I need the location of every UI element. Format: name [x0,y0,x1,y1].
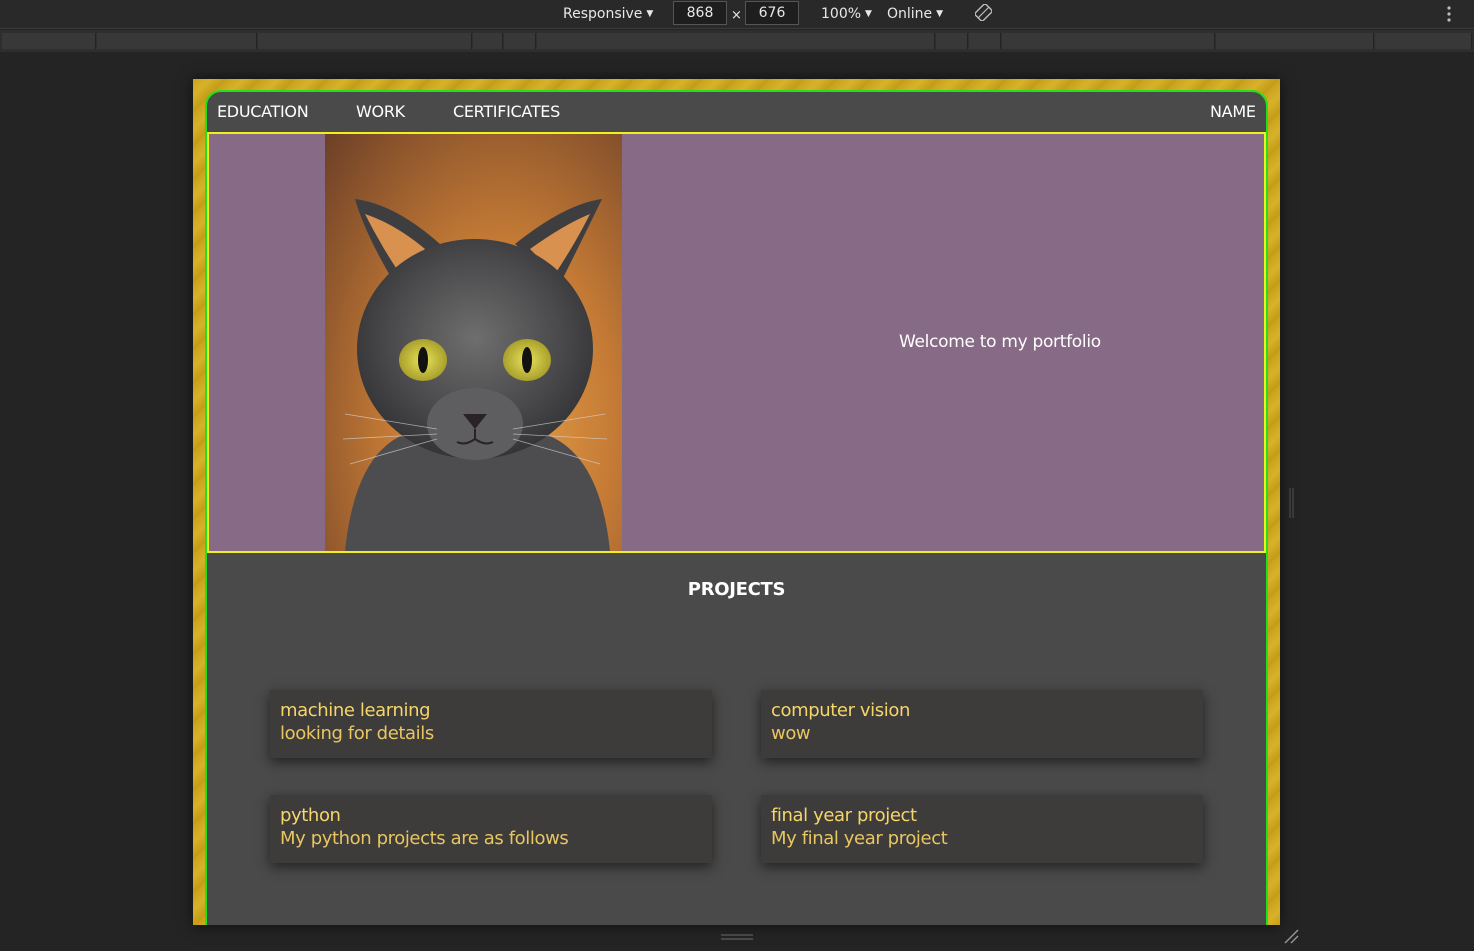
nav-link-education[interactable]: EDUCATION [217,102,309,121]
project-card-desc: My final year project [771,828,948,849]
nav-link-certificates[interactable]: CERTIFICATES [453,102,560,121]
project-card-title: python [280,805,341,826]
hero-section: Welcome to my portfolio [207,132,1266,553]
more-options-icon[interactable] [1442,4,1456,24]
chevron-down-icon: ▼ [865,9,872,19]
project-card-desc: My python projects are as follows [280,828,569,849]
media-query-segment[interactable] [936,33,968,49]
media-query-segment[interactable] [537,33,935,49]
zoom-dropdown[interactable]: 100% ▼ [821,4,872,24]
emulated-viewport: EDUCATION WORK CERTIFICATES NAME Welcome… [193,79,1280,925]
project-card-title: computer vision [771,700,910,721]
zoom-label: 100% [821,6,862,22]
device-mode-dropdown[interactable]: Responsive ▼ [563,4,653,24]
media-query-segment[interactable] [504,33,536,49]
network-label: Online [887,6,933,22]
media-query-segment[interactable] [1216,33,1374,49]
width-input[interactable]: 868 [673,1,727,25]
project-card-machine-learning[interactable]: machine learning looking for details [270,690,712,758]
media-query-segment[interactable] [473,33,503,49]
media-query-segment[interactable] [1375,33,1472,49]
media-query-segment[interactable] [258,33,472,49]
device-toolbar: Responsive ▼ 868 × 676 100% ▼ Online ▼ [0,0,1474,29]
device-mode-label: Responsive [563,6,643,22]
chevron-down-icon: ▼ [936,9,944,19]
chevron-down-icon: ▼ [646,9,654,19]
cat-photo [325,134,622,551]
media-query-segment[interactable] [97,33,257,49]
media-query-segment[interactable] [1002,33,1215,49]
resize-corner-icon[interactable] [1283,928,1299,944]
project-card-python[interactable]: python My python projects are as follows [270,795,712,863]
projects-heading: PROJECTS [687,579,786,600]
nav-link-work[interactable]: WORK [356,102,405,121]
media-query-segment[interactable] [2,33,96,49]
project-card-desc: looking for details [280,723,434,744]
media-query-bar [0,30,1474,52]
project-card-title: machine learning [280,700,431,721]
dimension-separator: × [731,8,742,23]
project-card-desc: wow [771,723,811,744]
project-card-computer-vision[interactable]: computer vision wow [761,690,1203,758]
media-query-segment[interactable] [969,33,1001,49]
resize-handle-bottom[interactable] [721,934,753,940]
nav-link-name[interactable]: NAME [1210,102,1256,121]
resize-handle-side[interactable] [1289,488,1294,518]
cat-illustration [342,199,610,551]
portfolio-page: EDUCATION WORK CERTIFICATES NAME Welcome… [205,90,1268,925]
project-card-final-year-project[interactable]: final year project My final year project [761,795,1203,863]
project-card-title: final year project [771,805,917,826]
welcome-text: Welcome to my portfolio [899,332,1101,352]
rotate-icon[interactable] [975,4,992,21]
height-input[interactable]: 676 [745,1,799,25]
top-nav: EDUCATION WORK CERTIFICATES NAME [207,92,1266,132]
network-throttle-dropdown[interactable]: Online ▼ [887,4,943,24]
